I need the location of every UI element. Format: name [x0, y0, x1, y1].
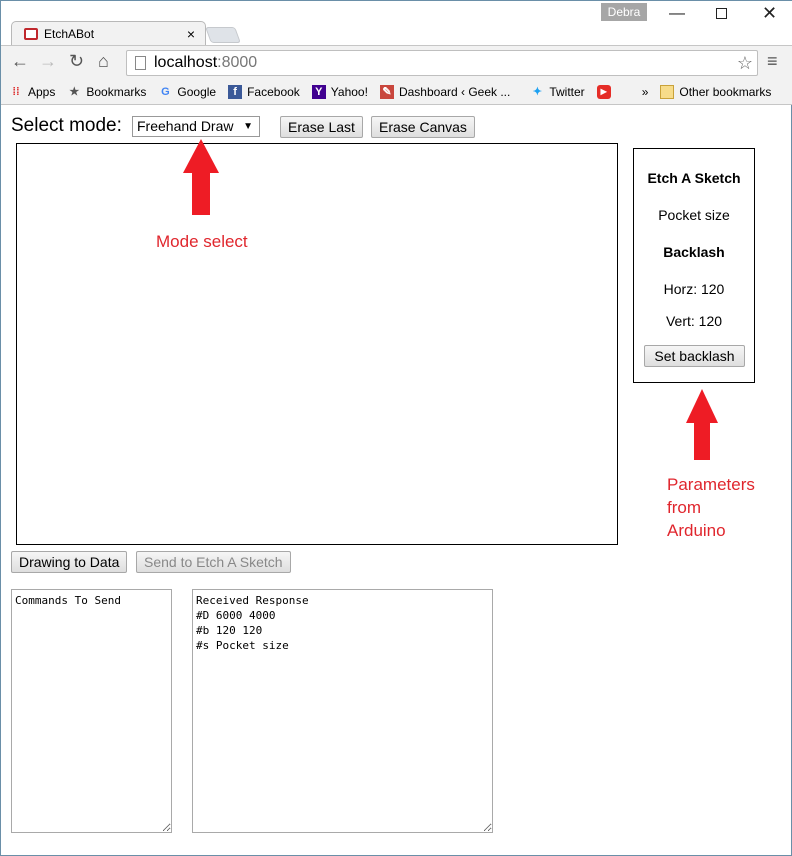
youtube-icon: ▶	[596, 84, 611, 99]
response-textarea[interactable]: Received Response #D 6000 4000 #b 120 12…	[192, 589, 493, 833]
back-icon[interactable]: ←	[11, 51, 29, 72]
maximize-icon[interactable]	[716, 8, 727, 19]
parameters-panel: Etch A Sketch Pocket size Backlash Horz:…	[633, 148, 755, 383]
yahoo-icon: Y	[311, 84, 326, 99]
tab-close-icon[interactable]: ×	[187, 26, 195, 42]
bookmark-other[interactable]: Other bookmarks	[660, 84, 772, 99]
params-arrow-head-icon	[686, 389, 718, 423]
bookmark-yahoo[interactable]: Y Yahoo!	[311, 84, 368, 99]
forward-icon[interactable]: →	[39, 51, 57, 72]
google-icon: G	[161, 85, 170, 98]
bookmark-label: Facebook	[247, 84, 300, 99]
bookmarks-bar: ⁞⁞ Apps ★ Bookmarks G Google f Facebook Y Yah…	[1, 79, 792, 105]
dropdown-arrow-icon: ▼	[243, 121, 253, 132]
bookmark-facebook[interactable]: f Facebook	[228, 84, 300, 99]
bookmark-label: Other bookmarks	[679, 84, 772, 99]
url-port: :8000	[217, 54, 258, 71]
annotation-line: Parameters	[667, 475, 755, 494]
parameters-annotation: Parameters from Arduino	[667, 473, 755, 542]
vert-backlash: Vert: 120	[665, 313, 723, 329]
new-tab-button[interactable]	[205, 27, 241, 43]
backlash-heading: Backlash	[663, 244, 725, 260]
browser-tab[interactable]: EtchABot ×	[11, 21, 206, 46]
star-icon: ★	[69, 85, 80, 98]
home-icon[interactable]: ⌂	[98, 51, 109, 72]
url-host: localhost	[154, 54, 218, 71]
erase-canvas-button[interactable]: Erase Canvas	[371, 116, 475, 138]
mode-select[interactable]: Freehand Draw ▼	[132, 116, 260, 137]
bookmark-label: Twitter	[549, 84, 585, 99]
bookmark-dashboard[interactable]: ✎ Dashboard ‹ Geek ...	[379, 84, 511, 99]
bookmark-twitter[interactable]: ✦ Twitter	[530, 84, 585, 99]
folder-icon	[660, 84, 675, 99]
reload-icon[interactable]: ↻	[69, 51, 84, 72]
dashboard-icon: ✎	[379, 84, 394, 99]
annotation-line: from	[667, 498, 701, 517]
facebook-icon: f	[228, 84, 243, 99]
drawing-to-data-button[interactable]: Drawing to Data	[11, 551, 128, 573]
apps-grid-icon: ⁞⁞	[12, 85, 20, 98]
bookmark-youtube[interactable]: ▶	[596, 84, 616, 99]
minimize-icon[interactable]: —	[669, 5, 685, 23]
params-arrow-shaft-icon	[694, 422, 710, 460]
tab-favicon-icon	[24, 28, 38, 40]
mode-arrow-shaft-icon	[192, 172, 210, 215]
address-bar[interactable]: localhost:8000 ☆	[126, 50, 758, 76]
mode-label: Select mode:	[11, 115, 122, 136]
device-name: Etch A Sketch	[647, 170, 741, 186]
bookmark-label: Apps	[28, 84, 56, 99]
close-window-icon[interactable]: ✕	[762, 3, 777, 24]
bookmark-star-icon[interactable]: ☆	[737, 53, 753, 74]
erase-last-button[interactable]: Erase Last	[280, 116, 363, 138]
menu-icon[interactable]: ≡	[767, 51, 778, 72]
bookmark-bookmarks[interactable]: ★ Bookmarks	[67, 85, 146, 99]
bookmark-label: Yahoo!	[330, 84, 368, 99]
device-size: Pocket size	[658, 207, 730, 223]
bookmark-label: Dashboard ‹ Geek ...	[398, 84, 511, 99]
page-icon	[135, 56, 146, 70]
bookmark-label: Google	[177, 84, 217, 99]
mode-select-annotation: Mode select	[156, 232, 248, 251]
annotation-line: Arduino	[667, 521, 726, 540]
bookmark-google[interactable]: G Google	[158, 85, 216, 99]
drawing-canvas[interactable]	[16, 143, 618, 545]
commands-textarea[interactable]: Commands To Send	[11, 589, 172, 833]
set-backlash-button[interactable]: Set backlash	[644, 345, 745, 367]
tab-title: EtchABot	[44, 27, 95, 41]
mode-arrow-head-icon	[183, 139, 219, 173]
bookmarks-overflow[interactable]: »	[642, 85, 649, 99]
twitter-icon: ✦	[532, 85, 542, 98]
profile-button[interactable]: Debra	[601, 3, 647, 21]
bookmark-label: Bookmarks	[86, 84, 147, 99]
send-to-etch-button[interactable]: Send to Etch A Sketch	[136, 551, 291, 573]
horz-backlash: Horz: 120	[663, 281, 725, 297]
bookmark-apps[interactable]: ⁞⁞ Apps	[9, 85, 55, 99]
mode-selected-value: Freehand Draw	[137, 118, 234, 134]
